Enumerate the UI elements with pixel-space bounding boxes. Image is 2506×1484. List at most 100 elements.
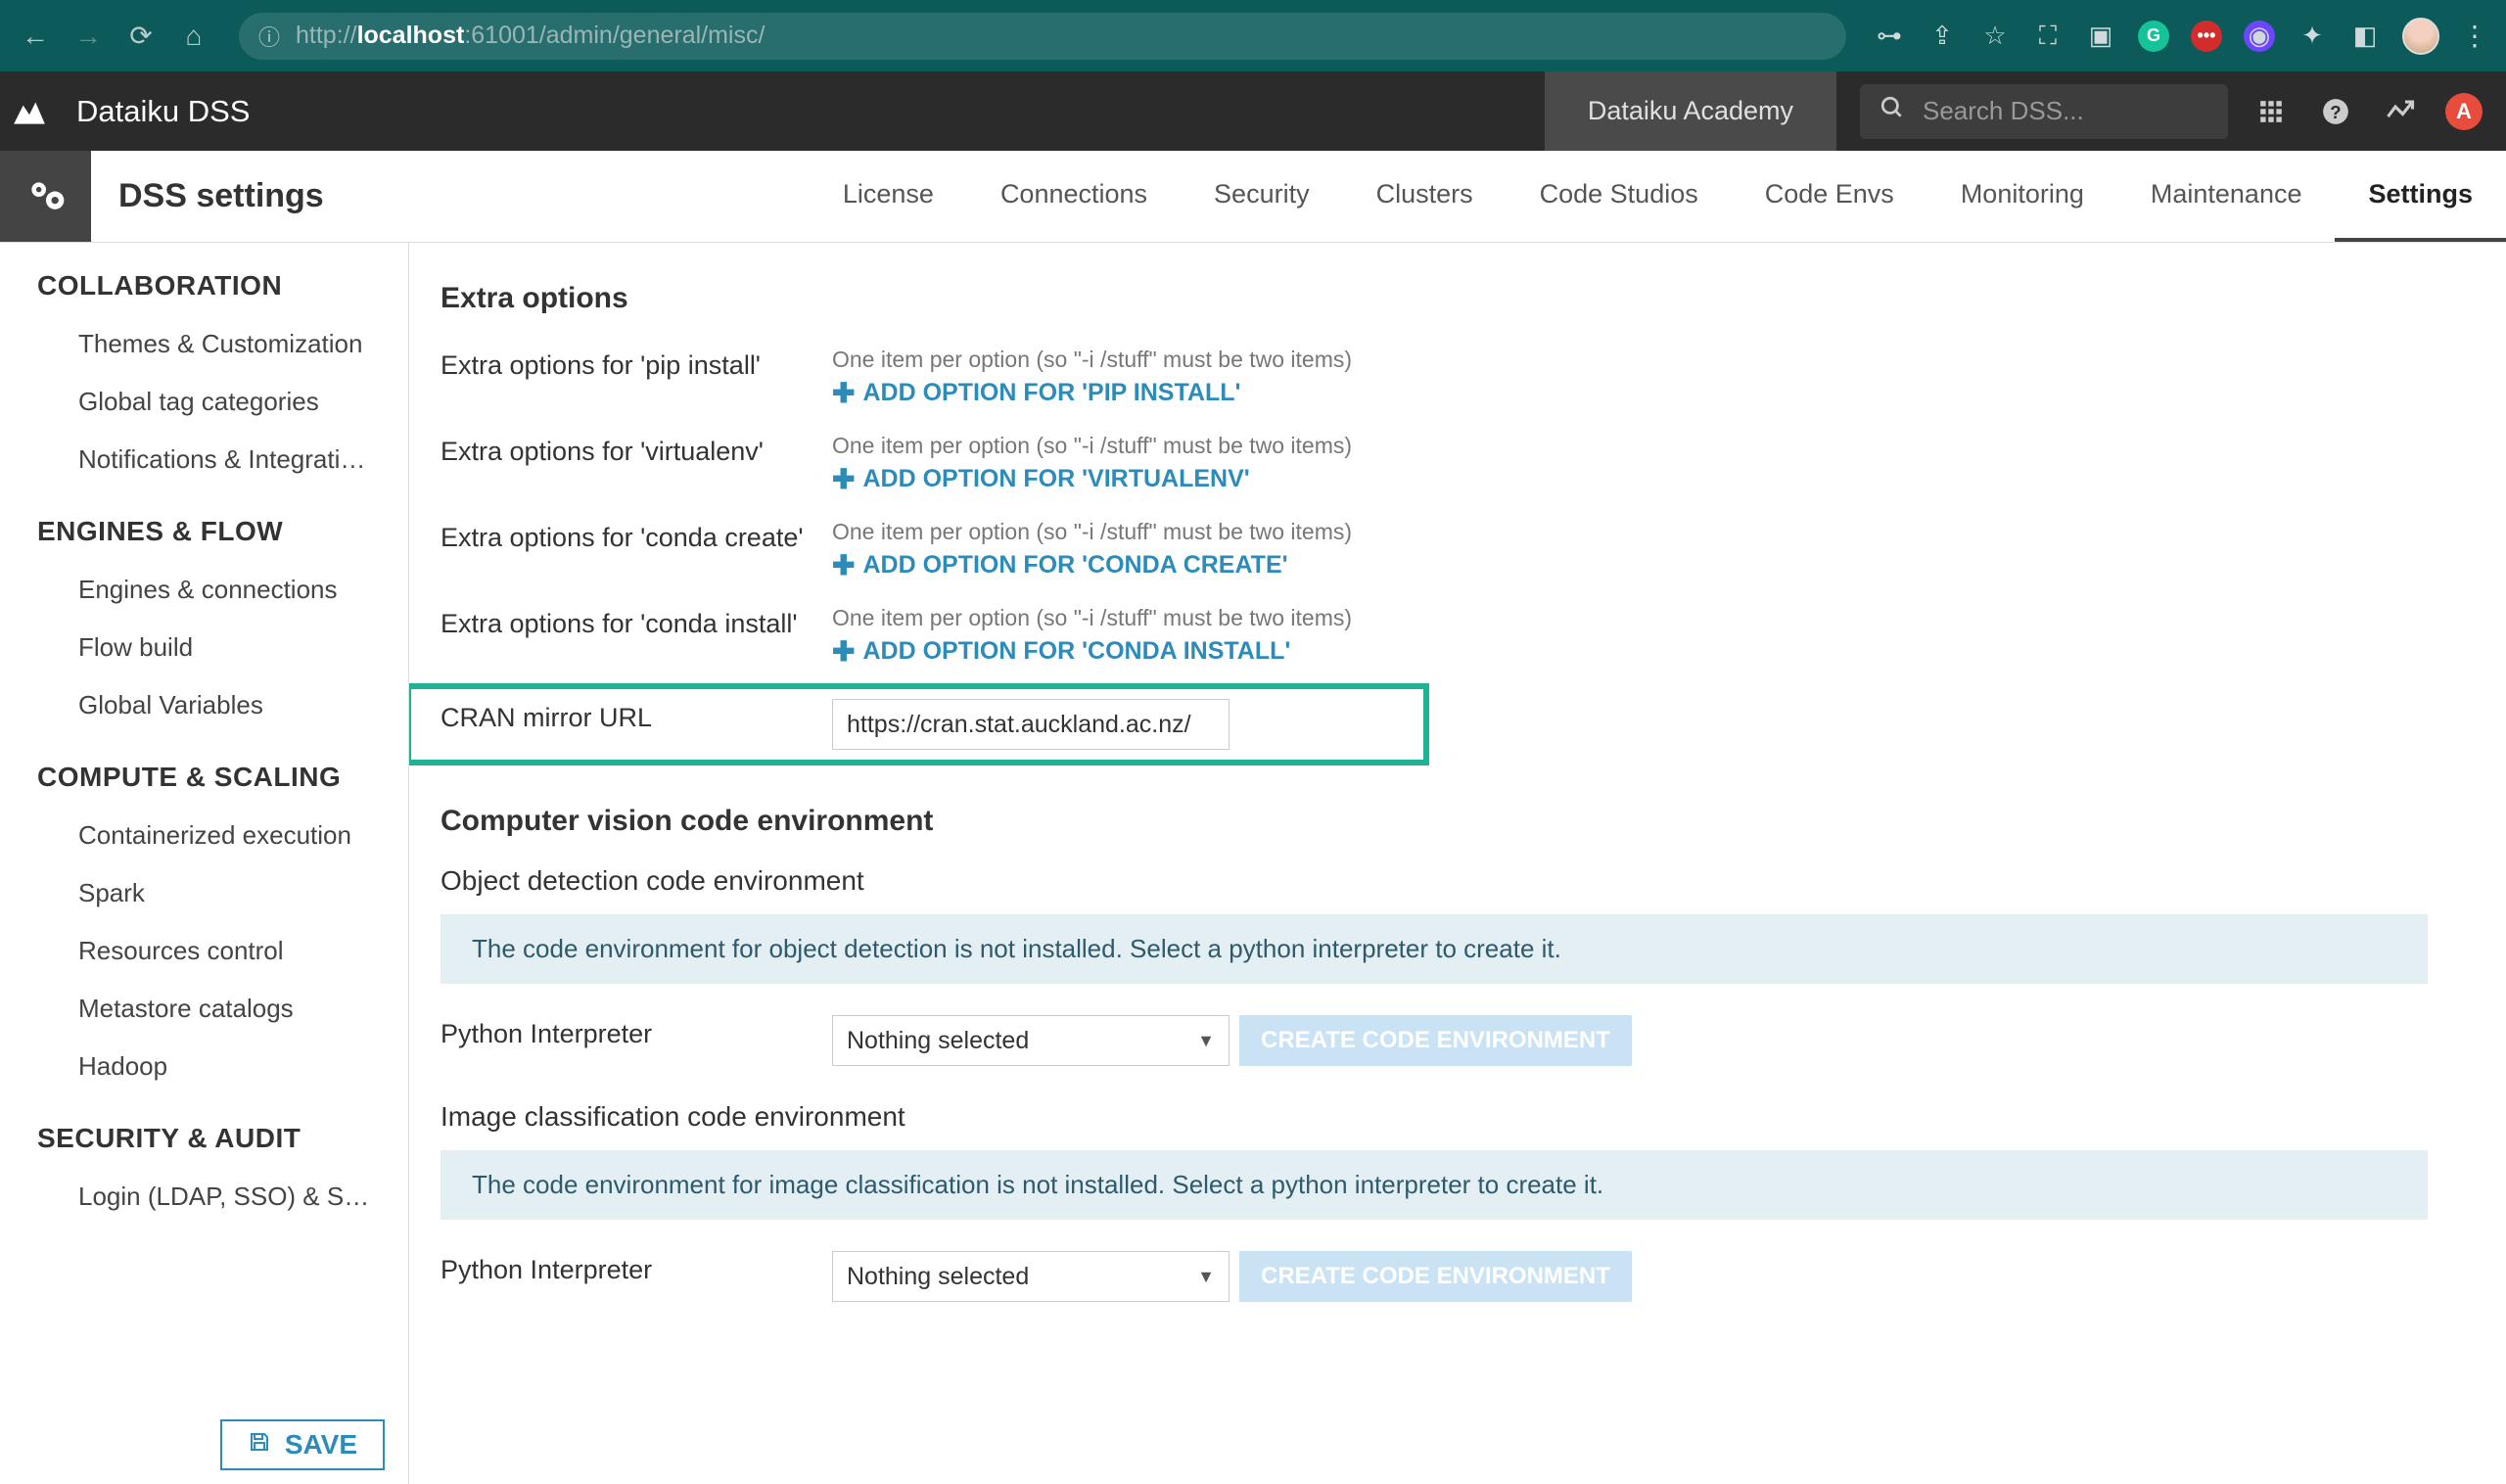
- sb-item-containerized[interactable]: Containerized execution: [0, 807, 408, 864]
- label-virtualenv: Extra options for 'virtualenv': [441, 433, 832, 467]
- content: Extra options Extra options for 'pip ins…: [409, 243, 2506, 1484]
- extensions-icon[interactable]: ✦: [2297, 21, 2328, 52]
- activity-icon[interactable]: [2381, 92, 2420, 131]
- settings-header: DSS settings License Connections Securit…: [0, 151, 2506, 243]
- row-conda-create: Extra options for 'conda create' One ite…: [441, 511, 2506, 589]
- sb-section-security: SECURITY & AUDIT: [0, 1095, 408, 1168]
- sb-item-global-tags[interactable]: Global tag categories: [0, 373, 408, 431]
- tab-connections[interactable]: Connections: [967, 151, 1181, 242]
- label-conda-create: Extra options for 'conda create': [441, 519, 832, 553]
- plus-icon: ✚: [832, 377, 855, 409]
- row-pip-install: Extra options for 'pip install' One item…: [441, 339, 2506, 417]
- back-button[interactable]: ←: [18, 19, 53, 54]
- label-pip-install: Extra options for 'pip install': [441, 347, 832, 381]
- academy-tab[interactable]: Dataiku Academy: [1545, 71, 1836, 151]
- url-bar[interactable]: ⓘ http://localhost:61001/admin/general/m…: [239, 13, 1846, 60]
- hint-pip-install: One item per option (so "-i /stuff" must…: [832, 347, 2506, 373]
- save-footer: SAVE: [0, 1406, 408, 1484]
- hint-conda-create: One item per option (so "-i /stuff" must…: [832, 519, 2506, 545]
- sb-item-metastore[interactable]: Metastore catalogs: [0, 980, 408, 1038]
- tab-code-studios[interactable]: Code Studios: [1507, 151, 1732, 242]
- label-python-interpreter-img: Python Interpreter: [441, 1251, 832, 1285]
- loom-extension-icon[interactable]: ◉: [2244, 21, 2275, 52]
- app-topbar: Dataiku DSS Dataiku Academy Search DSS..…: [0, 71, 2506, 151]
- url-text: http://localhost:61001/admin/general/mis…: [296, 22, 765, 50]
- tab-license[interactable]: License: [810, 151, 967, 242]
- obj-detection-notice: The code environment for object detectio…: [441, 914, 2428, 984]
- add-option-pip-install[interactable]: ✚ADD OPTION FOR 'PIP INSTALL': [832, 377, 2506, 409]
- panel-icon[interactable]: ◧: [2349, 21, 2381, 52]
- settings-gear-icon: [0, 151, 91, 242]
- add-option-conda-install[interactable]: ✚ADD OPTION FOR 'CONDA INSTALL': [832, 635, 2506, 668]
- lastpass-extension-icon[interactable]: •••: [2191, 21, 2222, 52]
- grammarly-extension-icon[interactable]: G: [2138, 21, 2169, 52]
- sb-item-flow-build[interactable]: Flow build: [0, 619, 408, 676]
- cran-url-input[interactable]: [832, 699, 1230, 750]
- search-placeholder: Search DSS...: [1923, 96, 2084, 126]
- python-interpreter-select-img[interactable]: Nothing selected ▼: [832, 1251, 1230, 1302]
- reload-button[interactable]: ⟳: [123, 19, 159, 54]
- img-class-heading: Image classification code environment: [441, 1101, 2506, 1133]
- key-icon[interactable]: ⊶: [1874, 21, 1905, 52]
- apps-grid-icon[interactable]: [2251, 92, 2291, 131]
- create-env-button-obj[interactable]: CREATE CODE ENVIRONMENT: [1239, 1015, 1632, 1066]
- label-python-interpreter: Python Interpreter: [441, 1015, 832, 1049]
- sidebar: COLLABORATION Themes & Customization Glo…: [0, 243, 409, 1484]
- app-title: Dataiku DSS: [76, 94, 1545, 129]
- sb-item-hadoop[interactable]: Hadoop: [0, 1038, 408, 1095]
- tab-maintenance[interactable]: Maintenance: [2117, 151, 2336, 242]
- tab-monitoring[interactable]: Monitoring: [1927, 151, 2117, 242]
- extra-options-heading: Extra options: [441, 282, 2506, 315]
- save-icon: [248, 1429, 271, 1461]
- tab-security[interactable]: Security: [1181, 151, 1343, 242]
- sb-item-engines-connections[interactable]: Engines & connections: [0, 561, 408, 619]
- row-python-interpreter-img: Python Interpreter Nothing selected ▼ CR…: [441, 1243, 2506, 1310]
- browser-chrome: ← → ⟳ ⌂ ⓘ http://localhost:61001/admin/g…: [0, 0, 2506, 71]
- home-button[interactable]: ⌂: [176, 19, 211, 54]
- sb-item-themes[interactable]: Themes & Customization: [0, 315, 408, 373]
- select-value: Nothing selected: [847, 1027, 1029, 1055]
- share-icon[interactable]: ⇪: [1926, 21, 1958, 52]
- sb-item-notifications[interactable]: Notifications & Integrations: [0, 431, 408, 488]
- chevron-down-icon: ▼: [1197, 1267, 1215, 1287]
- browser-menu-icon[interactable]: ⋮: [2461, 20, 2488, 52]
- obj-detection-heading: Object detection code environment: [441, 865, 2506, 897]
- row-virtualenv: Extra options for 'virtualenv' One item …: [441, 425, 2506, 503]
- star-icon[interactable]: ☆: [1979, 21, 2011, 52]
- dataiku-logo-icon[interactable]: [0, 93, 59, 130]
- python-interpreter-select-obj[interactable]: Nothing selected ▼: [832, 1015, 1230, 1066]
- hint-conda-install: One item per option (so "-i /stuff" must…: [832, 605, 2506, 631]
- sb-item-global-variables[interactable]: Global Variables: [0, 676, 408, 734]
- img-class-notice: The code environment for image classific…: [441, 1150, 2428, 1220]
- tab-icon[interactable]: ▣: [2085, 21, 2116, 52]
- save-button[interactable]: SAVE: [220, 1419, 385, 1470]
- tab-settings[interactable]: Settings: [2335, 151, 2506, 242]
- sb-item-spark[interactable]: Spark: [0, 864, 408, 922]
- help-icon[interactable]: ?: [2316, 92, 2355, 131]
- sb-item-resources-control[interactable]: Resources control: [0, 922, 408, 980]
- save-label: SAVE: [285, 1429, 357, 1461]
- tab-code-envs[interactable]: Code Envs: [1732, 151, 1927, 242]
- sb-section-collaboration: COLLABORATION: [0, 243, 408, 315]
- sb-section-compute: COMPUTE & SCALING: [0, 734, 408, 807]
- forward-button[interactable]: →: [70, 19, 106, 54]
- select-value: Nothing selected: [847, 1263, 1029, 1291]
- plus-icon: ✚: [832, 635, 855, 668]
- tab-clusters[interactable]: Clusters: [1343, 151, 1507, 242]
- site-info-icon[interactable]: ⓘ: [258, 21, 280, 52]
- search-icon: [1880, 95, 1905, 127]
- sb-item-login-ldap[interactable]: Login (LDAP, SSO) & Secur…: [0, 1168, 408, 1226]
- sb-section-engines: ENGINES & FLOW: [0, 488, 408, 561]
- global-search[interactable]: Search DSS...: [1860, 84, 2228, 139]
- settings-tabs: License Connections Security Clusters Co…: [810, 151, 2506, 242]
- add-option-conda-create[interactable]: ✚ADD OPTION FOR 'CONDA CREATE': [832, 549, 2506, 581]
- add-option-virtualenv[interactable]: ✚ADD OPTION FOR 'VIRTUALENV': [832, 463, 2506, 495]
- plus-icon: ✚: [832, 549, 855, 581]
- create-env-button-img[interactable]: CREATE CODE ENVIRONMENT: [1239, 1251, 1632, 1302]
- user-badge[interactable]: A: [2445, 93, 2483, 130]
- row-python-interpreter-obj: Python Interpreter Nothing selected ▼ CR…: [441, 1007, 2506, 1074]
- settings-title: DSS settings: [91, 151, 810, 242]
- row-cran-highlight: CRAN mirror URL: [409, 683, 1429, 765]
- profile-avatar[interactable]: [2402, 18, 2439, 55]
- install-icon[interactable]: ⛶: [2032, 21, 2064, 52]
